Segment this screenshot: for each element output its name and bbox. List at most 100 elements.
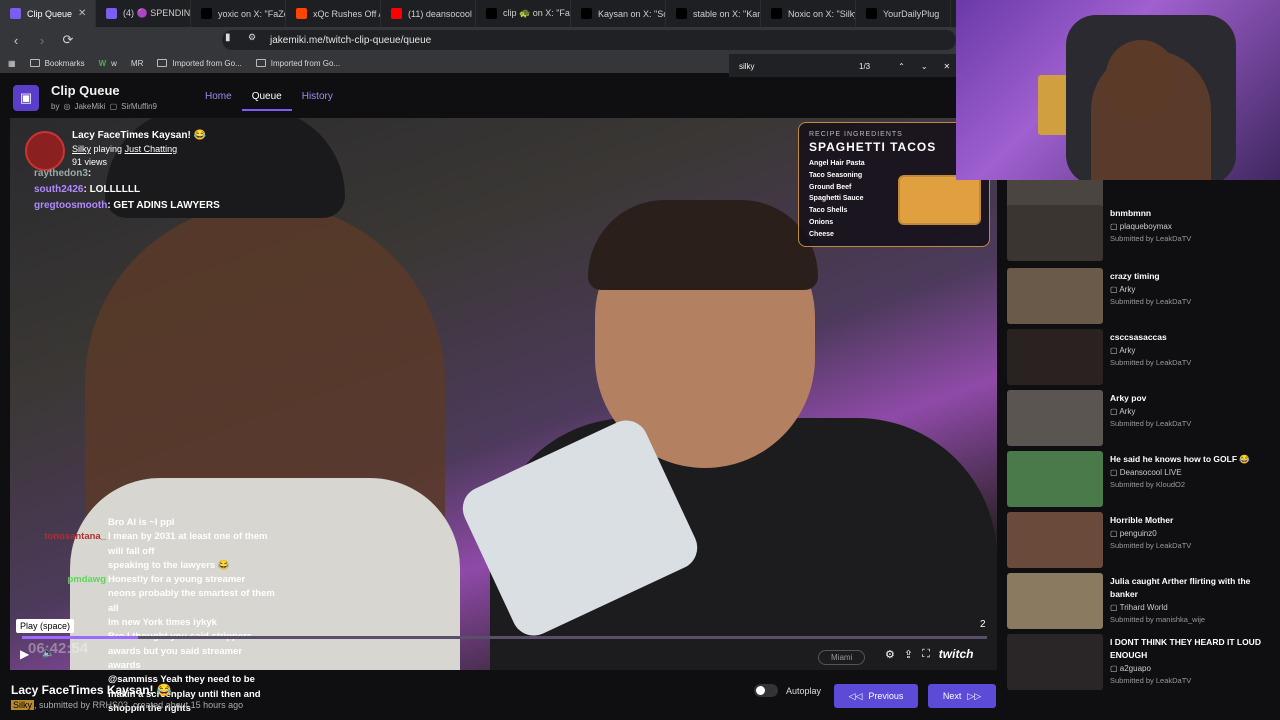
browser-tab[interactable]: xQc Rushes Off A (286, 0, 381, 27)
queue-item-channel: ▢ Arky (1110, 346, 1135, 355)
bookmark-imported-2[interactable]: Imported from Go... (255, 59, 340, 68)
location-label: Miami (818, 650, 866, 665)
queue-item[interactable]: Arky pov ▢ Arky Submitted by LeakDaTV (1005, 390, 1275, 448)
tab-favicon-icon (391, 8, 402, 19)
find-count: 1/3 (859, 61, 871, 71)
queue-item-submitter: Submitted by LeakDaTV (1110, 358, 1192, 367)
find-prev-icon[interactable]: ⌃ (898, 62, 905, 71)
author-link[interactable]: JakeMiki (74, 102, 105, 111)
queue-thumbnail[interactable] (1007, 634, 1103, 690)
author-link[interactable]: SirMuffin9 (121, 102, 157, 111)
queue-item[interactable]: Julia caught Arther flirting with the ba… (1005, 573, 1275, 631)
bookmark-bookmarks[interactable]: Bookmarks (29, 59, 85, 68)
chat-user (0, 516, 108, 530)
chat-line: Bro AI is ~I ppl (0, 516, 275, 530)
browser-tab[interactable]: (4) 🟣 SPENDING (96, 0, 191, 27)
share-icon[interactable]: ⇪ (904, 648, 913, 661)
chat-line: gregtoosmooth: GET ADINS LAWYERS (34, 198, 220, 214)
chat-msg: speaking to the lawyers 😂 (108, 559, 230, 571)
queue-thumbnail[interactable] (1007, 268, 1103, 324)
site-info-icon[interactable]: ⚙ (248, 32, 256, 43)
previous-button[interactable]: ◁◁ Previous (834, 684, 918, 708)
apps-icon[interactable]: ▦ (8, 59, 16, 68)
nav-history[interactable]: History (292, 88, 343, 111)
next-label: Next (942, 691, 962, 701)
category-link[interactable]: Just Chatting (125, 144, 178, 154)
queue-item[interactable]: I DONT THINK THEY HEARD IT LOUD ENOUGH ▢ … (1005, 634, 1275, 692)
autoplay-control[interactable]: Autoplay (754, 684, 821, 697)
playing-label: playing (93, 144, 123, 154)
folder-icon (255, 59, 266, 67)
chat-line: pmdawg Honestly for a young streamer neon… (0, 573, 275, 616)
browser-tab[interactable]: YourDailyPlug (856, 0, 951, 27)
previous-label: Previous (868, 691, 904, 701)
queue-thumbnail[interactable] (1007, 390, 1103, 446)
autoplay-toggle[interactable] (754, 684, 778, 697)
back-icon[interactable]: ‹ (6, 30, 26, 50)
by-label: by (51, 102, 60, 111)
next-button[interactable]: Next ▷▷ (928, 684, 996, 708)
queue-item-title: He said he knows how to GOLF 😂 (1110, 454, 1250, 464)
queue-thumbnail[interactable] (1007, 205, 1103, 261)
queue-item-channel: ▢ Arky (1110, 407, 1135, 416)
browser-tab[interactable]: (11) deansocool (381, 0, 476, 27)
chat-msg: : GET ADINS LAWYERS (107, 200, 220, 211)
volume-icon[interactable]: 🔈 (42, 648, 54, 659)
twitch-logo[interactable]: twitch (939, 647, 974, 661)
video-progress-bar[interactable] (22, 636, 987, 639)
queue-item-title: Arky pov (1110, 393, 1147, 403)
queue-item[interactable]: He said he knows how to GOLF 😂 ▢ Deansoco… (1005, 451, 1275, 509)
browser-tab[interactable]: Noxic on X: "Silky (761, 0, 856, 27)
browser-tab[interactable]: clip 🐢 on X: "Fa (476, 0, 571, 27)
find-close-icon[interactable]: ✕ (944, 62, 951, 71)
find-next-icon[interactable]: ⌄ (921, 62, 928, 71)
browser-tab[interactable]: stable on X: "Kam (666, 0, 761, 27)
queue-item-submitter: Submitted by LeakDaTV (1110, 541, 1192, 550)
bookmark-icon[interactable]: ▮ (225, 32, 231, 43)
address-bar[interactable]: jakemiki.me/twitch-clip-queue/queue (222, 30, 956, 50)
find-input[interactable]: silky (739, 62, 839, 71)
settings-icon[interactable]: ⚙ (885, 648, 895, 661)
reload-icon[interactable]: ⟳ (58, 30, 78, 50)
bookmark-label: MR (130, 58, 144, 68)
tab-label: clip 🐢 on X: "Fa (503, 8, 570, 18)
play-icon[interactable]: ▶ (20, 647, 29, 661)
browser-tab[interactable]: Clip Queue ✕ (0, 0, 96, 27)
queue-item[interactable]: Horrible Mother ▢ penguinz0 Submitted by L… (1005, 512, 1275, 570)
chat-user: raythedon3 (34, 168, 88, 179)
browser-tab[interactable]: Kaysan on X: "So (571, 0, 666, 27)
clip-title: Lacy FaceTimes Kaysan! 😂 (11, 683, 172, 697)
w-icon: W (98, 58, 107, 68)
nav-queue[interactable]: Queue (241, 88, 292, 111)
queue-thumbnail[interactable] (1007, 573, 1103, 629)
browser-tab[interactable]: yoxic on X: "FaZe (191, 0, 286, 27)
recipe-title: SPAGHETTI TACOS (809, 140, 937, 154)
queue-thumbnail[interactable] (1007, 329, 1103, 385)
queue-item[interactable]: bnmbmnn ▢ plaqueboymax Submitted by LeakDa… (1005, 205, 1275, 263)
queue-item[interactable]: csccsasaccas ▢ Arky Submitted by LeakDaTV (1005, 329, 1275, 387)
chat-user: pmdawg (67, 574, 106, 586)
queue-item-channel: ▢ plaqueboymax (1110, 222, 1172, 231)
tab-close-icon[interactable]: ✕ (78, 8, 86, 19)
app-title: Clip Queue (51, 83, 120, 98)
find-bar: silky 1/3 ⌃ ⌄ ✕ (729, 54, 957, 78)
bookmark-mr[interactable]: MR (131, 59, 143, 68)
queue-thumbnail[interactable] (1007, 451, 1103, 507)
nav-home[interactable]: Home (195, 88, 242, 111)
bookmark-imported-1[interactable]: Imported from Go... (157, 58, 242, 68)
queue-thumbnail[interactable] (1007, 512, 1103, 568)
fullscreen-icon[interactable]: ⛶ (922, 648, 930, 661)
channel-icon: ▢ (1110, 468, 1120, 477)
bookmark-label: Imported from Go... (172, 58, 242, 68)
chat-line: speaking to the lawyers 😂 (0, 559, 275, 573)
channel-icon: ▢ (1110, 407, 1120, 416)
bookmark-w[interactable]: Ww (99, 59, 117, 68)
channel-name: Arky (1119, 407, 1136, 416)
streamer-link[interactable]: Silky (72, 144, 91, 154)
streamer-badge[interactable]: Silky (11, 700, 35, 710)
fast-forward-icon: ▷▷ (967, 690, 982, 701)
tab-label: yoxic on X: "FaZe (218, 8, 286, 19)
forward-icon[interactable]: › (32, 30, 52, 50)
chat-user: gregtoosmooth (34, 200, 108, 211)
queue-item[interactable]: crazy timing ▢ Arky Submitted by LeakDaTV (1005, 268, 1275, 326)
